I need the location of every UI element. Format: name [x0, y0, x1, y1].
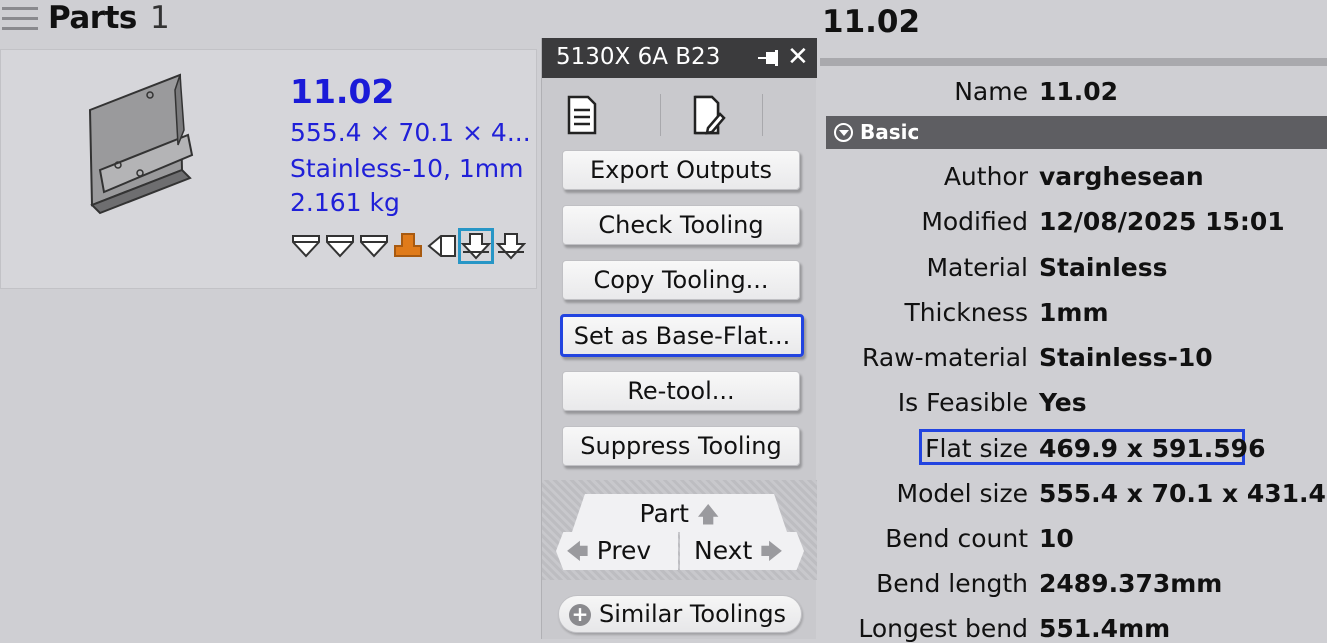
- bend-down-icon[interactable]: [359, 232, 389, 260]
- prop-value-is-feasible: Yes: [1039, 388, 1087, 417]
- properties-title: 11.02: [822, 4, 921, 40]
- arrow-left-icon: 🡄: [566, 540, 589, 565]
- toolbar-separator: [660, 94, 661, 136]
- bend-down-icon[interactable]: [325, 232, 355, 260]
- prop-label-model-size: Model size: [896, 479, 1028, 508]
- parts-title: Parts: [48, 0, 137, 36]
- bend-icons-row: [291, 228, 531, 264]
- prop-label-material: Material: [926, 253, 1028, 282]
- arrow-up-icon: 🡅: [696, 503, 720, 528]
- prop-value-raw-material: Stainless-10: [1039, 343, 1213, 372]
- navigation-area: Part 🡅 🡄 Prev Next 🡆: [542, 480, 817, 580]
- prop-label-thickness: Thickness: [904, 298, 1028, 327]
- prop-value-thickness: 1mm: [1039, 298, 1109, 327]
- pin-icon[interactable]: [758, 48, 782, 68]
- name-label: Name: [954, 77, 1028, 106]
- bend-down-arrow-icon[interactable]: [461, 232, 491, 260]
- part-nav-button[interactable]: Part 🡅: [572, 494, 787, 532]
- prop-label-author: Author: [943, 162, 1028, 191]
- properties-divider: [820, 58, 1327, 66]
- prop-label-bend-length: Bend length: [876, 569, 1028, 598]
- part-material: Stainless-10, 1mm: [290, 154, 524, 183]
- prop-value-author: varghesean: [1039, 162, 1204, 191]
- bend-down-icon[interactable]: [291, 232, 321, 260]
- menu-icon[interactable]: [2, 5, 38, 33]
- bend-up-orange-icon[interactable]: [393, 232, 423, 260]
- part-dimensions: 555.4 × 70.1 × 4...: [290, 118, 531, 147]
- prop-label-bend-count: Bend count: [885, 524, 1028, 553]
- parts-count: 1: [150, 0, 170, 36]
- copy-tooling-button[interactable]: Copy Tooling...: [562, 260, 800, 300]
- edit-document-icon[interactable]: [690, 94, 726, 136]
- part-weight: 2.161 kg: [290, 188, 400, 217]
- part-nav-label: Part: [639, 499, 689, 528]
- set-as-base-flat-button[interactable]: Set as Base-Flat...: [560, 314, 804, 357]
- similar-toolings-label: Similar Toolings: [599, 600, 787, 628]
- tooling-panel: 5130X 6A B23 ✕ Export Outputs Check Tool…: [541, 38, 817, 639]
- section-basic-label: Basic: [860, 120, 920, 144]
- prev-label: Prev: [596, 536, 652, 565]
- arrow-right-icon: 🡆: [760, 540, 783, 565]
- next-label: Next: [694, 536, 753, 565]
- name-value: 11.02: [1039, 77, 1119, 106]
- close-icon[interactable]: ✕: [787, 42, 809, 72]
- prop-value-flat-size: 469.9 x 591.596: [1039, 434, 1266, 463]
- retool-button[interactable]: Re-tool...: [562, 371, 800, 411]
- bend-side-icon[interactable]: [427, 232, 457, 260]
- prop-value-model-size: 555.4 x 70.1 x 431.4: [1039, 479, 1326, 508]
- similar-toolings-button[interactable]: + Similar Toolings: [558, 595, 802, 633]
- prop-label-raw-material: Raw-material: [862, 343, 1028, 372]
- prop-label-flat-size: Flat size: [925, 434, 1028, 463]
- plus-circle-icon: +: [569, 604, 591, 626]
- toolbar-separator: [762, 94, 763, 136]
- prop-value-material: Stainless: [1039, 253, 1168, 282]
- part-thumbnail: [88, 73, 194, 215]
- bend-down-arrow-icon[interactable]: [496, 232, 526, 260]
- export-outputs-button[interactable]: Export Outputs: [562, 150, 800, 190]
- section-basic[interactable]: Basic: [826, 116, 1327, 149]
- document-icon[interactable]: [564, 94, 600, 136]
- prop-value-modified: 12/08/2025 15:01: [1039, 207, 1285, 236]
- next-button[interactable]: Next 🡆: [680, 532, 804, 570]
- prev-button[interactable]: 🡄 Prev: [556, 532, 678, 570]
- check-tooling-button[interactable]: Check Tooling: [562, 205, 800, 245]
- collapse-icon[interactable]: [834, 123, 853, 142]
- prop-label-is-feasible: Is Feasible: [897, 388, 1028, 417]
- prop-label-modified: Modified: [921, 207, 1028, 236]
- prop-value-bend-length: 2489.373mm: [1039, 569, 1223, 598]
- suppress-tooling-button[interactable]: Suppress Tooling: [562, 426, 800, 466]
- part-name[interactable]: 11.02: [290, 72, 394, 111]
- prop-value-bend-count: 10: [1039, 524, 1074, 553]
